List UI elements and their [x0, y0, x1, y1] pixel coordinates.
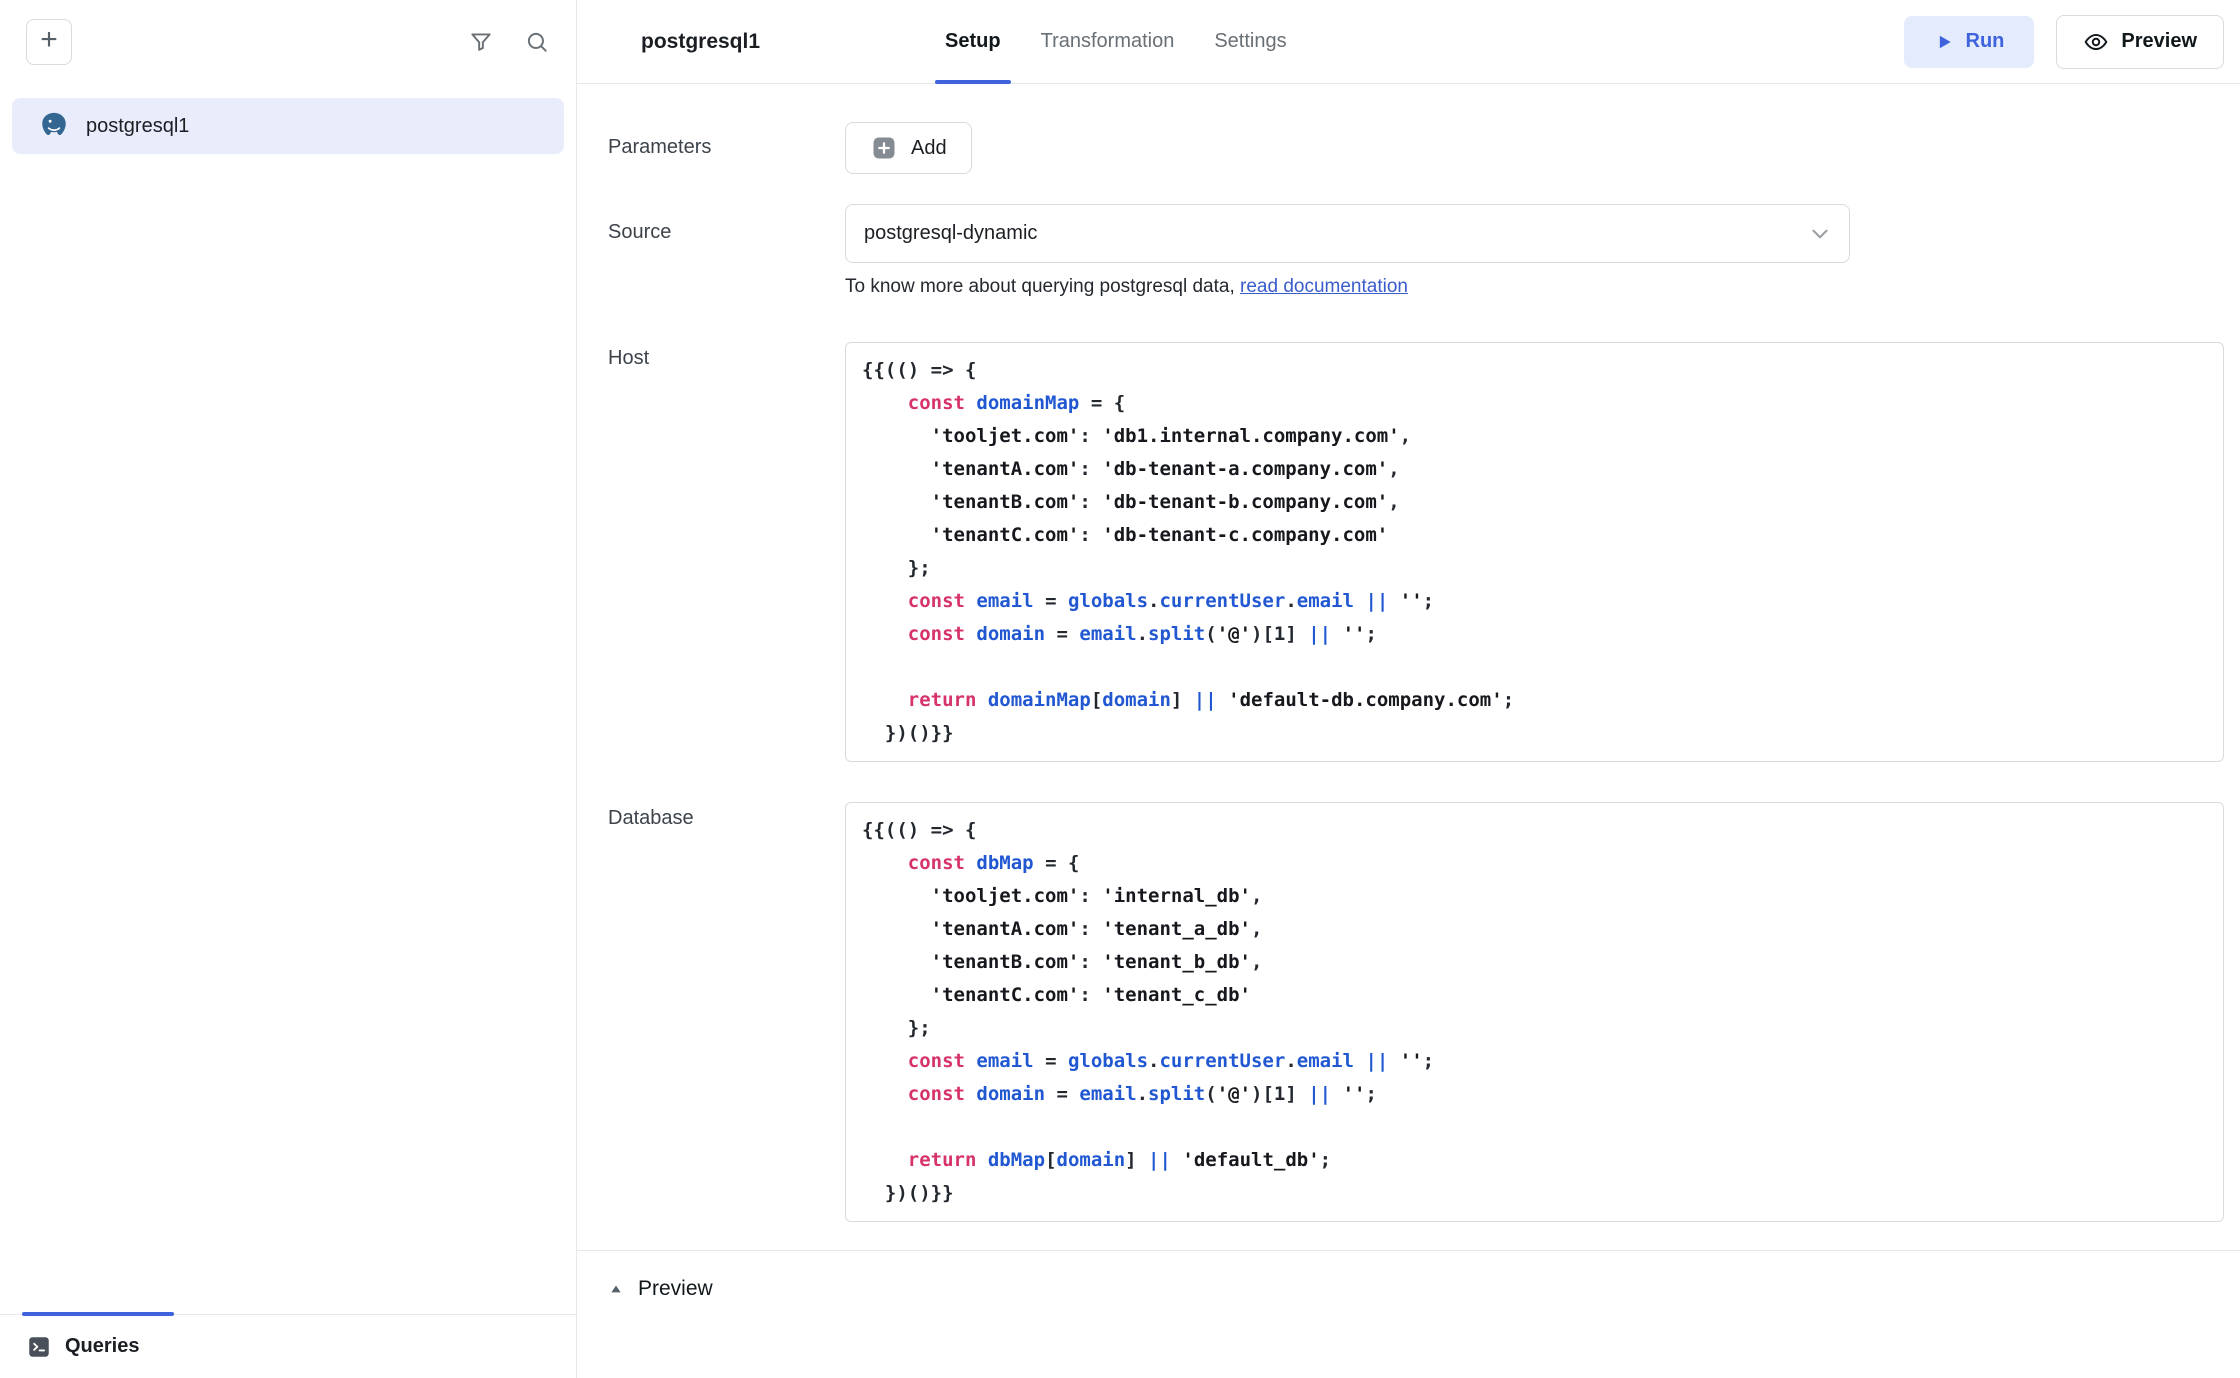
queries-tab-label: Queries	[65, 1335, 139, 1358]
tab-setup[interactable]: Setup	[945, 0, 1001, 83]
tab-settings[interactable]: Settings	[1214, 0, 1286, 83]
source-row: Source postgresql-dynamic To know more a…	[608, 204, 2224, 298]
add-parameter-label: Add	[911, 137, 947, 160]
add-parameter-button[interactable]: Add	[845, 122, 972, 174]
parameters-row: Parameters Add	[608, 122, 2224, 174]
play-icon	[1934, 32, 1954, 52]
add-query-button[interactable]: +	[26, 19, 72, 65]
chevron-down-icon	[1807, 221, 1833, 247]
search-icon[interactable]	[524, 29, 550, 55]
source-select-value: postgresql-dynamic	[864, 222, 1037, 245]
run-button-label: Run	[1966, 30, 2005, 53]
query-list: postgresql1	[0, 84, 576, 1314]
postgresql-icon	[38, 110, 70, 142]
queries-icon	[26, 1334, 52, 1360]
query-editor-window: + postgresql1	[0, 0, 2240, 1378]
collapse-triangle-icon	[608, 1281, 624, 1297]
source-help-text: To know more about querying postgresql d…	[845, 276, 1850, 298]
read-documentation-link[interactable]: read documentation	[1240, 276, 1408, 297]
preview-section-label: Preview	[638, 1277, 713, 1301]
active-tab-indicator	[22, 1312, 174, 1316]
sidebar-toolbar: +	[0, 0, 576, 84]
source-label: Source	[608, 204, 845, 244]
plus-square-icon	[870, 134, 898, 162]
host-row: Host {{(() => { const domainMap = { 'too…	[608, 342, 2224, 762]
queries-sidebar: + postgresql1	[0, 0, 577, 1378]
preview-section-divider	[577, 1250, 2240, 1251]
host-label: Host	[608, 342, 845, 370]
database-label: Database	[608, 802, 845, 830]
database-code-editor[interactable]: {{(() => { const dbMap = { 'tooljet.com'…	[845, 802, 2224, 1222]
preview-button[interactable]: Preview	[2056, 15, 2224, 69]
database-row: Database {{(() => { const dbMap = { 'too…	[608, 802, 2224, 1222]
filter-icon[interactable]	[468, 29, 494, 55]
eye-icon	[2083, 29, 2109, 55]
query-list-item-postgresql1[interactable]: postgresql1	[12, 98, 564, 154]
query-detail-panel: postgresql1 Setup Transformation Setting…	[577, 0, 2240, 1378]
query-header: postgresql1 Setup Transformation Setting…	[577, 0, 2240, 84]
preview-section-toggle[interactable]: Preview	[608, 1251, 713, 1301]
query-item-label: postgresql1	[86, 115, 189, 138]
tab-transformation[interactable]: Transformation	[1041, 0, 1175, 83]
run-button[interactable]: Run	[1904, 16, 2035, 68]
query-tabs: Setup Transformation Settings	[945, 0, 1287, 83]
queries-panel-tab[interactable]: Queries	[0, 1314, 576, 1378]
query-title: postgresql1	[641, 30, 760, 54]
source-select[interactable]: postgresql-dynamic	[845, 204, 1850, 263]
header-actions: Run Preview	[1904, 15, 2225, 69]
host-code-editor[interactable]: {{(() => { const domainMap = { 'tooljet.…	[845, 342, 2224, 762]
help-text-prefix: To know more about querying postgresql d…	[845, 276, 1240, 297]
query-setup-form: Parameters Add Source postgresql-dynamic	[577, 84, 2240, 1378]
preview-button-label: Preview	[2121, 30, 2197, 53]
parameters-label: Parameters	[608, 122, 845, 159]
